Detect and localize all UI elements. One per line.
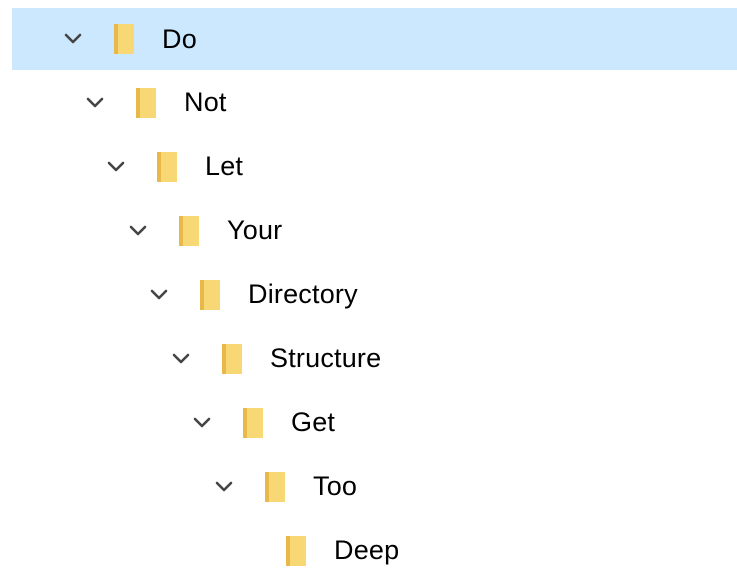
chevron-down-icon[interactable] (105, 156, 127, 178)
tree-item-label: Directory (248, 279, 358, 309)
tree-item-too[interactable]: Too (12, 458, 737, 515)
folder-icon (134, 86, 158, 120)
tree-item-label: Too (313, 471, 358, 501)
chevron-down-icon[interactable] (84, 92, 106, 114)
chevron-down-icon[interactable] (62, 28, 84, 50)
tree-item-label: Deep (334, 535, 400, 565)
tree-item-let[interactable]: Let (12, 138, 737, 195)
chevron-down-icon[interactable] (127, 220, 149, 242)
folder-icon (155, 150, 179, 184)
folder-icon (177, 214, 201, 248)
folder-icon (263, 470, 287, 504)
chevron-down-icon[interactable] (148, 284, 170, 306)
folder-icon (284, 534, 308, 568)
chevron-down-icon[interactable] (213, 476, 235, 498)
tree-item-your[interactable]: Your (12, 202, 737, 259)
folder-icon (112, 22, 136, 56)
folder-icon (198, 278, 222, 312)
tree-item-label: Not (184, 87, 227, 117)
tree-item-get[interactable]: Get (12, 394, 737, 451)
tree-item-label: Structure (270, 343, 382, 373)
chevron-down-icon[interactable] (191, 412, 213, 434)
tree-item-directory[interactable]: Directory (12, 266, 737, 323)
tree-item-label: Let (205, 151, 244, 181)
tree-item-do[interactable]: Do (12, 8, 737, 70)
tree-item-label: Your (227, 215, 283, 245)
folder-icon (241, 406, 265, 440)
tree-item-not[interactable]: Not (12, 74, 737, 131)
chevron-down-icon[interactable] (170, 348, 192, 370)
tree-item-structure[interactable]: Structure (12, 330, 737, 387)
tree-item-deep[interactable]: Deep (12, 522, 737, 568)
folder-icon (220, 342, 244, 376)
tree-item-label: Get (291, 407, 336, 437)
tree-item-label: Do (162, 23, 197, 54)
folder-tree: Do Not Let Your Directory Structure Get … (0, 0, 737, 568)
